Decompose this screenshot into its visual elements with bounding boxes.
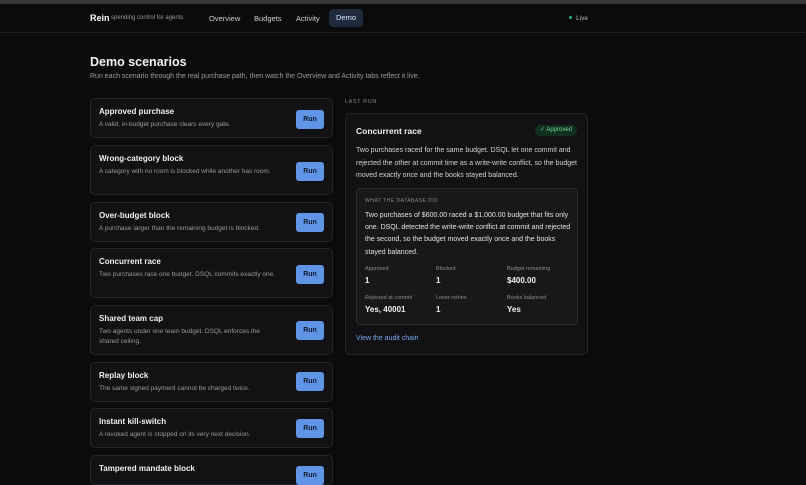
database-section-label: WHAT THE DATABASE DID	[365, 198, 439, 204]
scenario-card-replay-block: Replay block The same signed payment can…	[90, 362, 333, 402]
last-run-label: LAST RUN	[345, 99, 377, 105]
scenario-card-wrong-category: Wrong-category block A category with no …	[90, 145, 333, 195]
nav-link-overview[interactable]: Overview	[209, 14, 240, 23]
status-badge: ✓ Approved	[534, 125, 577, 136]
run-concurrent-race-button[interactable]: Run	[296, 265, 324, 284]
scenario-title: Concurrent race	[99, 257, 161, 266]
scenario-title: Tampered mandate block	[99, 464, 195, 473]
page-subtitle: Run each scenario through the real purch…	[90, 73, 420, 80]
scenario-description: A revoked agent is stopped on its very n…	[99, 431, 251, 438]
scenario-title: Approved purchase	[99, 107, 175, 116]
scenario-card-tampered-mandate: Tampered mandate block Run	[90, 455, 333, 485]
scenario-card-over-budget: Over-budget block A purchase larger than…	[90, 202, 333, 242]
live-status: Live	[568, 15, 588, 22]
run-replay-block-button[interactable]: Run	[296, 372, 324, 391]
brand-tagline: spending control for agents	[111, 15, 184, 21]
last-run-description: Two purchases raced for the same budget.…	[356, 147, 577, 179]
scenario-title: Over-budget block	[99, 211, 170, 220]
stat-value: 1	[436, 305, 441, 314]
scenario-description: The same signed payment cannot be charge…	[99, 385, 250, 392]
stat-label: Approved	[365, 266, 389, 272]
scenario-description: Two purchases race one budget. DSQL comm…	[99, 271, 276, 278]
stat-books-balanced: Books balanced Yes	[507, 295, 546, 314]
scenario-description: Two agents under one team budget. DSQL e…	[99, 328, 260, 345]
live-dot-icon	[568, 15, 573, 19]
database-explanation-box: WHAT THE DATABASE DID Two purchases of $…	[356, 188, 578, 325]
scenario-card-approved-purchase: Approved purchase A valid, in-budget pur…	[90, 98, 333, 138]
last-run-panel: Concurrent race ✓ Approved Two purchases…	[345, 113, 588, 355]
scenario-title: Replay block	[99, 371, 149, 380]
live-status-label: Live	[576, 15, 588, 22]
scenario-title: Wrong-category block	[99, 154, 184, 163]
run-kill-switch-button[interactable]: Run	[296, 419, 324, 438]
scenario-description: A category with no room is blocked while…	[99, 168, 271, 175]
top-navigation: Rein spending control for agents Overvie…	[0, 4, 806, 33]
nav-link-demo[interactable]: Demo	[329, 9, 364, 27]
stat-rejected-at-commit: Rejected at commit Yes, 40001	[365, 295, 412, 314]
database-description: Two purchases of $600.00 raced a $1,000.…	[365, 212, 571, 256]
stat-blocked: Blocked 1	[436, 266, 456, 285]
nav-link-activity[interactable]: Activity	[296, 14, 320, 23]
run-approved-purchase-button[interactable]: Run	[296, 110, 324, 129]
last-run-title: Concurrent race	[356, 126, 422, 136]
page-title: Demo scenarios	[90, 55, 187, 69]
run-shared-team-cap-button[interactable]: Run	[296, 321, 324, 340]
run-wrong-category-button[interactable]: Run	[296, 162, 324, 181]
stat-label: Rejected at commit	[365, 295, 413, 301]
status-badge-label: Approved	[546, 127, 572, 133]
stat-value: Yes, 40001	[365, 305, 406, 314]
run-tampered-mandate-button[interactable]: Run	[296, 466, 324, 485]
stat-label: Books balanced	[507, 295, 547, 301]
stat-budget-remaining: Budget remaining $400.00	[507, 266, 550, 285]
stat-value: Yes	[507, 305, 521, 314]
stat-value: 1	[436, 276, 441, 285]
scenario-card-shared-team-cap: Shared team cap Two agents under one tea…	[90, 305, 333, 355]
scenario-description: A purchase larger than the remaining bud…	[99, 225, 260, 232]
scenario-card-kill-switch: Instant kill-switch A revoked agent is s…	[90, 408, 333, 448]
scenario-card-concurrent-race: Concurrent race Two purchases race one b…	[90, 248, 333, 298]
scenario-description: A valid, in-budget purchase clears every…	[99, 121, 231, 128]
stat-approved: Approved 1	[365, 266, 389, 285]
run-over-budget-button[interactable]: Run	[296, 213, 324, 232]
stat-label: Budget remaining	[507, 266, 551, 272]
view-audit-chain-link[interactable]: View the audit chain	[356, 335, 419, 342]
scenario-title: Shared team cap	[99, 314, 164, 323]
nav-link-budgets[interactable]: Budgets	[254, 14, 282, 23]
stat-label: Loser retries	[436, 295, 467, 301]
stat-value: 1	[365, 276, 370, 285]
scenario-title: Instant kill-switch	[99, 417, 167, 426]
stat-label: Blocked	[436, 266, 456, 272]
brand-logo[interactable]: Rein	[90, 13, 110, 23]
stat-loser-retries: Loser retries 1	[436, 295, 467, 314]
stat-value: $400.00	[507, 276, 536, 285]
